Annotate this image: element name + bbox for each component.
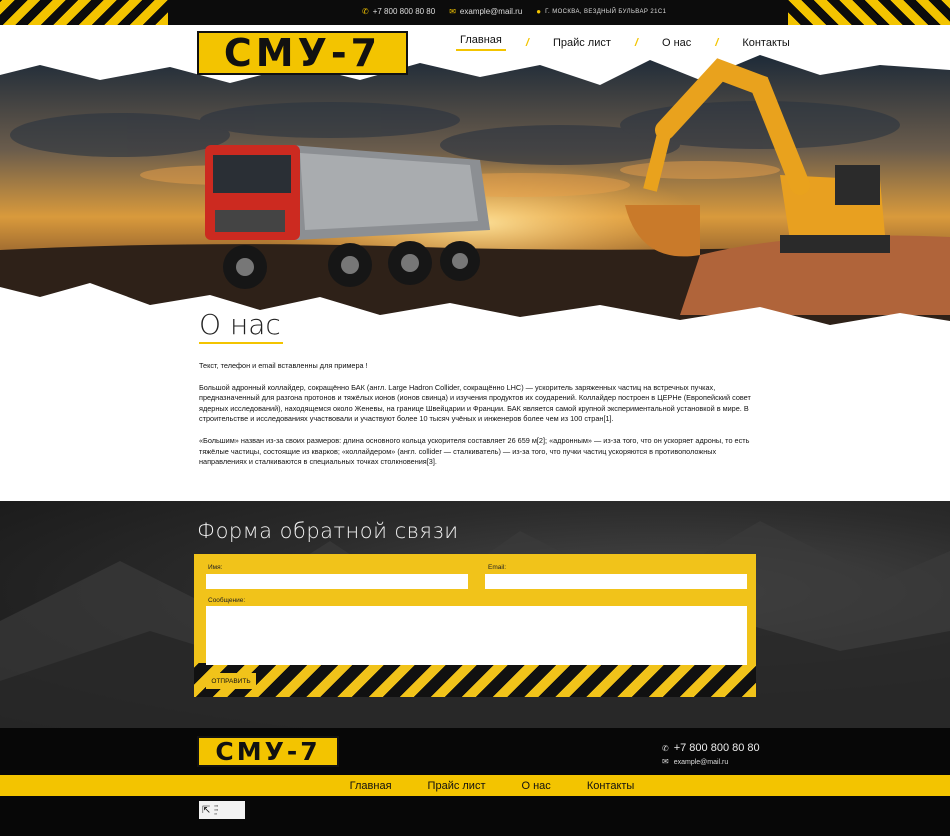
nav-item-about[interactable]: О нас bbox=[658, 37, 695, 49]
feedback-form: Имя: Email: Сообщение: ОТПРАВИТЬ bbox=[194, 554, 756, 697]
name-label: Имя: bbox=[208, 564, 223, 571]
top-phone[interactable]: ✆ +7 800 800 80 80 bbox=[362, 7, 435, 16]
top-bar: ✆ +7 800 800 80 80 ✉ example@mail.ru ● г. М… bbox=[0, 0, 950, 25]
nav-item-home[interactable]: Главная bbox=[456, 34, 506, 51]
footer-nav: Главная Прайс лист О нас Контакты bbox=[0, 775, 950, 796]
hero-banner bbox=[0, 25, 950, 370]
envelope-icon: ✉ bbox=[662, 757, 669, 766]
site-logo[interactable]: СМУ-7 bbox=[197, 31, 408, 75]
about-title: О нас bbox=[199, 308, 281, 341]
footer-nav-about[interactable]: О нас bbox=[522, 780, 551, 792]
message-textarea[interactable] bbox=[206, 606, 747, 665]
badge-text-graphic: ▪▪▪ ▪▪▪ ▪▪ bbox=[214, 804, 219, 816]
phone-icon: ✆ bbox=[362, 7, 369, 16]
hero-illustration bbox=[0, 25, 950, 370]
main-nav: Главная / Прайс лист / О нас / Контакты bbox=[456, 34, 794, 51]
footer-email[interactable]: ✉ example@mail.ru bbox=[662, 757, 728, 766]
dump-truck-illustration bbox=[205, 145, 490, 289]
top-address: ● г. Москва, Вездный бульвар 21с1 bbox=[536, 7, 667, 16]
footer-logo[interactable]: СМУ-7 bbox=[197, 736, 339, 767]
feedback-section: Форма обратной связи Имя: Email: Сообщен… bbox=[0, 501, 950, 728]
feedback-title: Форма обратной связи bbox=[197, 519, 459, 543]
name-input[interactable] bbox=[206, 574, 468, 589]
about-title-underline bbox=[199, 342, 283, 344]
top-contacts: ✆ +7 800 800 80 80 ✉ example@mail.ru ● г. М… bbox=[362, 7, 666, 16]
top-email[interactable]: ✉ example@mail.ru bbox=[449, 7, 522, 16]
hazard-stripes-right bbox=[788, 0, 950, 25]
footer-phone[interactable]: ✆ +7 800 800 80 80 bbox=[662, 742, 760, 754]
phone-icon: ✆ bbox=[662, 744, 669, 753]
message-label: Сообщение: bbox=[208, 597, 246, 604]
footer-nav-home[interactable]: Главная bbox=[350, 780, 392, 792]
nav-item-price[interactable]: Прайс лист bbox=[549, 37, 615, 49]
map-pin-icon: ● bbox=[536, 7, 542, 16]
arrow-icon: ⇱ bbox=[202, 804, 211, 816]
footer: СМУ-7 ✆ +7 800 800 80 80 ✉ example@mail.ru… bbox=[0, 728, 950, 836]
footer-nav-price[interactable]: Прайс лист bbox=[428, 780, 486, 792]
nav-separator: / bbox=[634, 36, 638, 49]
envelope-icon: ✉ bbox=[449, 7, 456, 16]
email-label: Email: bbox=[488, 564, 507, 571]
nav-separator: / bbox=[525, 36, 529, 49]
hazard-stripes bbox=[194, 663, 756, 697]
developer-badge[interactable]: ⇱ ▪▪▪ ▪▪▪ ▪▪ bbox=[199, 801, 245, 819]
about-paragraph: «Большим» назван из-за своих размеров: д… bbox=[199, 435, 750, 467]
about-text: Текст, телефон и email вставленны для пр… bbox=[199, 361, 751, 479]
submit-button[interactable]: ОТПРАВИТЬ bbox=[206, 673, 256, 689]
nav-separator: / bbox=[715, 36, 719, 49]
email-input[interactable] bbox=[485, 574, 747, 589]
about-paragraph: Текст, телефон и email вставленны для пр… bbox=[199, 361, 368, 370]
about-paragraph: Большой адронный коллайдер, сокращённо Б… bbox=[199, 382, 751, 424]
hazard-stripes-left bbox=[0, 0, 168, 25]
footer-nav-contacts[interactable]: Контакты bbox=[587, 780, 635, 792]
nav-item-contacts[interactable]: Контакты bbox=[738, 37, 794, 49]
